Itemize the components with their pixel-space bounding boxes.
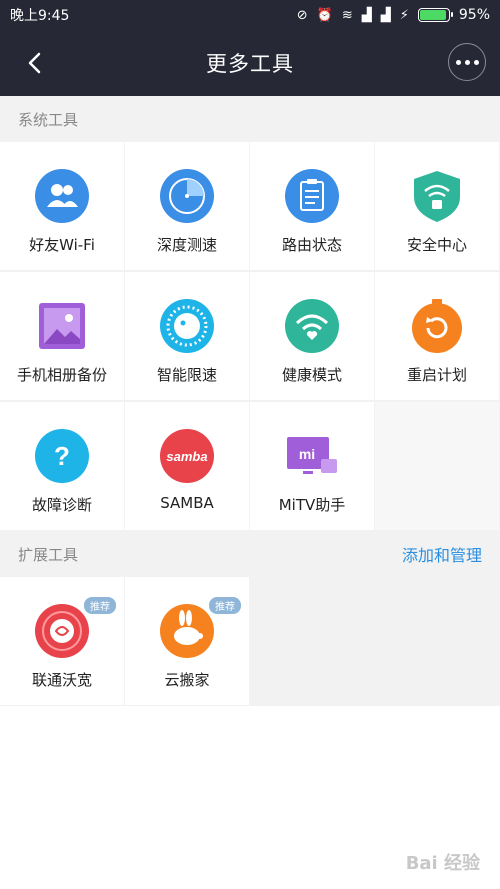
tool-restart-schedule[interactable]: 重启计划 xyxy=(375,272,499,400)
health-mode-icon xyxy=(285,299,339,353)
cloud-move-icon xyxy=(160,604,214,658)
status-bar: 晚上9:45 ⊘ ⏰ ≋ ▟ ▟ ⚡ 95% xyxy=(0,0,500,30)
add-and-manage-link[interactable]: 添加和管理 xyxy=(402,542,482,566)
section-title: 扩展工具 xyxy=(18,545,79,564)
tool-label: 深度测速 xyxy=(156,236,217,254)
tool-label: SAMBA xyxy=(160,494,214,512)
tool-security-center[interactable]: 安全中心 xyxy=(375,142,499,270)
more-options-button[interactable] xyxy=(448,43,486,81)
tool-health-mode[interactable]: 健康模式 xyxy=(250,272,374,400)
friends-wifi-icon xyxy=(35,169,89,223)
security-shield-icon xyxy=(414,171,460,222)
tool-label: 好友Wi-Fi xyxy=(29,236,95,254)
router-status-icon xyxy=(285,169,339,223)
wifi-icon: ≋ xyxy=(341,7,353,23)
unicom-icon xyxy=(35,604,89,658)
section-title: 系统工具 xyxy=(18,110,79,129)
tool-samba[interactable]: samba SAMBA xyxy=(125,402,249,530)
tool-label: 重启计划 xyxy=(406,366,467,384)
signal-icon: ▟ xyxy=(380,7,391,23)
tool-label: 安全中心 xyxy=(406,236,467,254)
tool-label: 智能限速 xyxy=(156,366,217,384)
svg-text:mi: mi xyxy=(299,446,315,462)
tool-diagnosis[interactable]: ? 故障诊断 xyxy=(0,402,124,530)
tool-label: 路由状态 xyxy=(281,236,342,254)
empty-cell xyxy=(375,402,499,530)
samba-icon: samba xyxy=(160,429,214,483)
tool-label: 联通沃宽 xyxy=(31,671,92,689)
tool-unicom[interactable]: 推荐 联通沃宽 xyxy=(0,577,124,705)
svg-text:samba: samba xyxy=(166,449,207,464)
mute-icon: ⊘ xyxy=(296,7,308,23)
watermark: Bai 经验 xyxy=(405,853,480,874)
tool-cloud-move[interactable]: 推荐 云搬家 xyxy=(125,577,249,705)
recommend-badge: 推荐 xyxy=(209,597,241,614)
tool-photo-backup[interactable]: 手机相册备份 xyxy=(0,272,124,400)
extension-tools-header: 扩展工具 添加和管理 xyxy=(0,532,500,576)
diagnosis-icon: ? xyxy=(35,429,89,483)
svg-text:?: ? xyxy=(54,441,70,471)
mitv-icon: mi xyxy=(287,437,337,474)
battery-percent: 95% xyxy=(458,7,490,23)
alarm-icon: ⏰ xyxy=(316,7,333,23)
tool-label: MiTV助手 xyxy=(278,496,346,514)
tool-friend-wifi[interactable]: 好友Wi-Fi xyxy=(0,142,124,270)
tool-router-status[interactable]: 路由状态 xyxy=(250,142,374,270)
recommend-badge: 推荐 xyxy=(84,597,116,614)
tool-label: 故障诊断 xyxy=(31,496,92,514)
photo-backup-icon xyxy=(39,303,85,349)
speed-limit-icon xyxy=(160,299,214,353)
tool-mitv[interactable]: mi MiTV助手 xyxy=(250,402,374,530)
charging-icon: ⚡ xyxy=(399,7,409,23)
tool-speed-limit[interactable]: 智能限速 xyxy=(125,272,249,400)
tool-label: 健康模式 xyxy=(281,366,342,384)
page-title: 更多工具 xyxy=(206,52,294,76)
tool-label: 手机相册备份 xyxy=(16,366,107,384)
header: 更多工具 xyxy=(0,30,500,96)
tool-label: 云搬家 xyxy=(164,671,210,689)
status-time: 晚上9:45 xyxy=(10,8,70,24)
restart-schedule-icon xyxy=(412,299,462,353)
system-tools-header: 系统工具 xyxy=(0,97,500,141)
battery-icon xyxy=(417,8,453,22)
signal-icon: ▟ xyxy=(361,7,372,23)
tool-speed-test[interactable]: 深度测速 xyxy=(125,142,249,270)
speed-test-icon xyxy=(160,169,214,223)
